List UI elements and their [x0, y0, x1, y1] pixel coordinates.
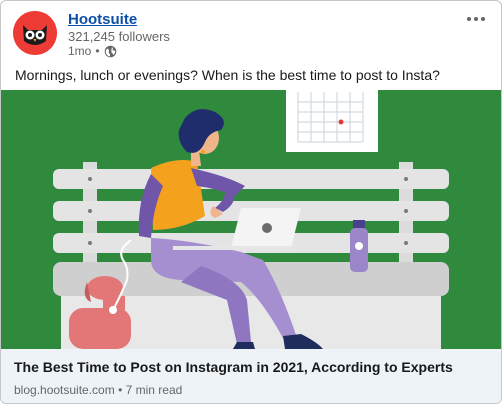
follower-count: 321,245 followers: [68, 29, 170, 44]
post-meta: 1mo •: [68, 44, 117, 58]
article-source: blog.hootsuite.com • 7 min read: [14, 383, 182, 397]
owl-logo-icon: [13, 11, 57, 55]
calendar-icon: [286, 90, 378, 152]
more-options-button[interactable]: [461, 9, 491, 29]
source-separator: •: [118, 383, 123, 397]
link-preview-image[interactable]: [1, 90, 501, 349]
post-text: Mornings, lunch or evenings? When is the…: [15, 67, 440, 83]
post-time: 1mo: [68, 44, 92, 58]
company-logo[interactable]: [13, 11, 57, 55]
article-read-time: 7 min read: [125, 383, 183, 397]
post-card: Hootsuite 321,245 followers 1mo • Mornin…: [0, 0, 502, 404]
meta-separator: •: [95, 44, 100, 58]
article-title[interactable]: The Best Time to Post on Instagram in 20…: [14, 359, 453, 375]
author-name[interactable]: Hootsuite: [68, 11, 137, 28]
article-domain: blog.hootsuite.com: [14, 383, 115, 397]
globe-icon: [104, 45, 117, 58]
link-preview-footer[interactable]: The Best Time to Post on Instagram in 20…: [1, 349, 501, 403]
woman-on-bench-illustration: [1, 90, 501, 349]
more-options-icon: [467, 17, 471, 21]
